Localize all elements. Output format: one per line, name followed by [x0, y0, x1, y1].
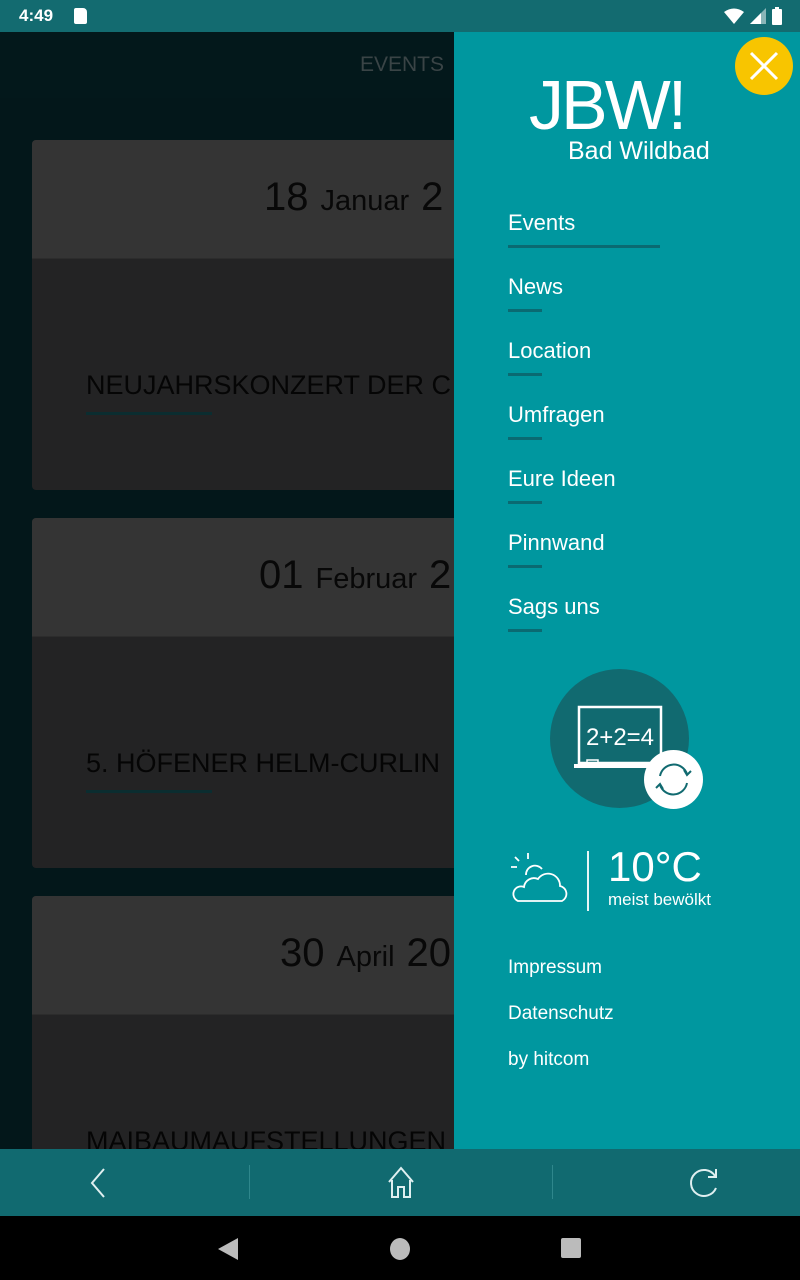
nav-label: Eure Ideen: [508, 466, 616, 491]
event-date: 18 Januar 2: [264, 175, 443, 220]
nav-item-location[interactable]: Location: [508, 338, 616, 402]
refresh-quiz-icon[interactable]: [644, 750, 703, 809]
home-icon: [388, 1166, 414, 1198]
event-date: 30 April 20: [280, 931, 451, 976]
nav-label: Events: [508, 210, 576, 235]
navigation-drawer: JBW! Bad Wildbad Events News Location Um…: [454, 32, 800, 1149]
event-year: 2: [421, 175, 444, 219]
board-text: 2+2=4: [586, 724, 654, 751]
weather-widget: 10°C meist bewölkt: [506, 843, 746, 913]
signal-icon: [750, 8, 766, 24]
system-navigation-bar: [0, 1216, 800, 1280]
footer-links: Impressum Datenschutz by hitcom: [508, 957, 614, 1095]
system-recents-icon[interactable]: [561, 1238, 581, 1258]
logo: JBW!: [529, 66, 687, 144]
nav-label: Sags uns: [508, 594, 600, 619]
nav-label: News: [508, 274, 564, 299]
event-title: MAIBAUMAUFSTELLUNGEN: [86, 1126, 447, 1149]
event-year: 2: [429, 553, 452, 597]
close-icon: [749, 51, 779, 81]
event-title: 5. HÖFENER HELM-CURLIN: [86, 748, 441, 778]
divider: [86, 790, 212, 793]
status-bar: 4:49: [0, 0, 800, 32]
event-day: 18: [264, 175, 309, 219]
home-button[interactable]: [381, 1163, 421, 1203]
nav-item-eure-ideen[interactable]: Eure Ideen: [508, 466, 616, 530]
link-hitcom[interactable]: by hitcom: [508, 1049, 614, 1095]
bottom-toolbar: [0, 1149, 800, 1216]
system-home-icon[interactable]: [390, 1238, 410, 1260]
logo-subtitle: Bad Wildbad: [568, 137, 710, 165]
nav-item-umfragen[interactable]: Umfragen: [508, 402, 616, 466]
nav-label: Location: [508, 338, 592, 363]
link-impressum[interactable]: Impressum: [508, 957, 614, 1003]
event-day: 30: [280, 931, 325, 975]
event-month: April: [336, 941, 395, 973]
divider: [249, 1165, 250, 1199]
nav-item-pinnwand[interactable]: Pinnwand: [508, 530, 616, 594]
partly-cloudy-icon: [511, 853, 568, 902]
event-title: NEUJAHRSKONZERT DER C: [86, 370, 452, 400]
page-title: EVENTS: [360, 53, 445, 76]
battery-icon: [772, 7, 782, 25]
status-time: 4:49: [19, 6, 54, 25]
nav-item-events[interactable]: Events: [508, 210, 660, 274]
reload-icon: [690, 1169, 717, 1197]
system-back-icon[interactable]: [218, 1238, 240, 1260]
wifi-icon: [724, 8, 744, 24]
back-button[interactable]: [78, 1163, 118, 1203]
nav-item-news[interactable]: News: [508, 274, 616, 338]
weather-description: meist bewölkt: [608, 890, 711, 909]
event-day: 01: [259, 553, 304, 597]
divider: [86, 412, 212, 415]
divider: [587, 851, 589, 911]
sd-card-icon: [74, 8, 87, 24]
reload-button[interactable]: [683, 1163, 723, 1203]
event-month: Februar: [315, 563, 418, 595]
chevron-left-icon: [90, 1168, 105, 1198]
event-date: 01 Februar 2: [259, 553, 451, 598]
close-button[interactable]: [735, 37, 793, 95]
event-year: 20: [406, 931, 452, 975]
temperature: 10°C: [608, 843, 702, 890]
nav-label: Pinnwand: [508, 530, 605, 555]
nav-label: Umfragen: [508, 402, 605, 427]
event-month: Januar: [320, 185, 410, 217]
link-datenschutz[interactable]: Datenschutz: [508, 1003, 614, 1049]
drawer-nav: Events News Location Umfragen Eure Ideen…: [508, 210, 660, 658]
nav-item-sags-uns[interactable]: Sags uns: [508, 594, 616, 658]
divider: [552, 1165, 553, 1199]
